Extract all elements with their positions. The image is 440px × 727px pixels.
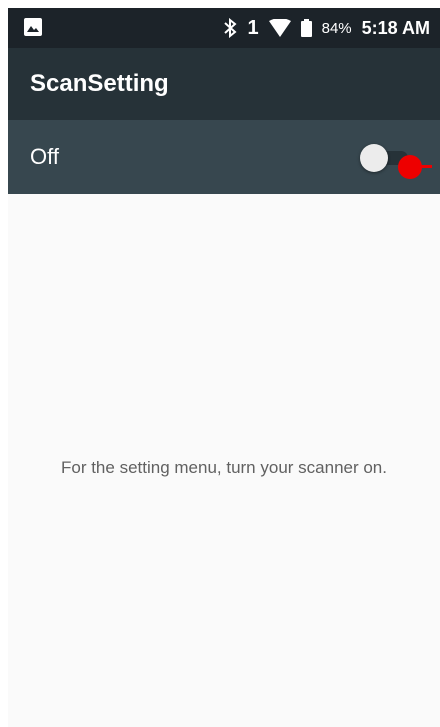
battery-percentage: 84% — [321, 19, 352, 37]
scanner-switch-bar[interactable]: Off — [8, 120, 440, 194]
toggle-thumb[interactable] — [360, 144, 388, 172]
empty-state-message: For the setting menu, turn your scanner … — [60, 458, 387, 477]
content-area: For the setting menu, turn your scanner … — [8, 194, 440, 727]
touch-indicator-trail — [418, 165, 432, 168]
clock: 5:18 AM — [361, 17, 430, 38]
status-bar: 1 84% 5:18 AM — [8, 8, 440, 48]
screen: 1 84% 5:18 AM ScanSetting Off For the se… — [0, 0, 440, 727]
wifi-icon — [268, 19, 291, 37]
battery-icon — [300, 19, 312, 37]
phone-screen: 1 84% 5:18 AM ScanSetting Off For the se… — [8, 8, 440, 727]
page-title: ScanSetting — [30, 70, 169, 97]
bluetooth-icon — [224, 18, 238, 38]
sim-indicator: 1 — [247, 17, 259, 39]
gallery-icon — [24, 18, 42, 36]
scanner-switch-label: Off — [30, 144, 59, 169]
status-icons: 1 84% 5:18 AM — [223, 8, 430, 48]
app-bar: ScanSetting — [8, 48, 440, 120]
